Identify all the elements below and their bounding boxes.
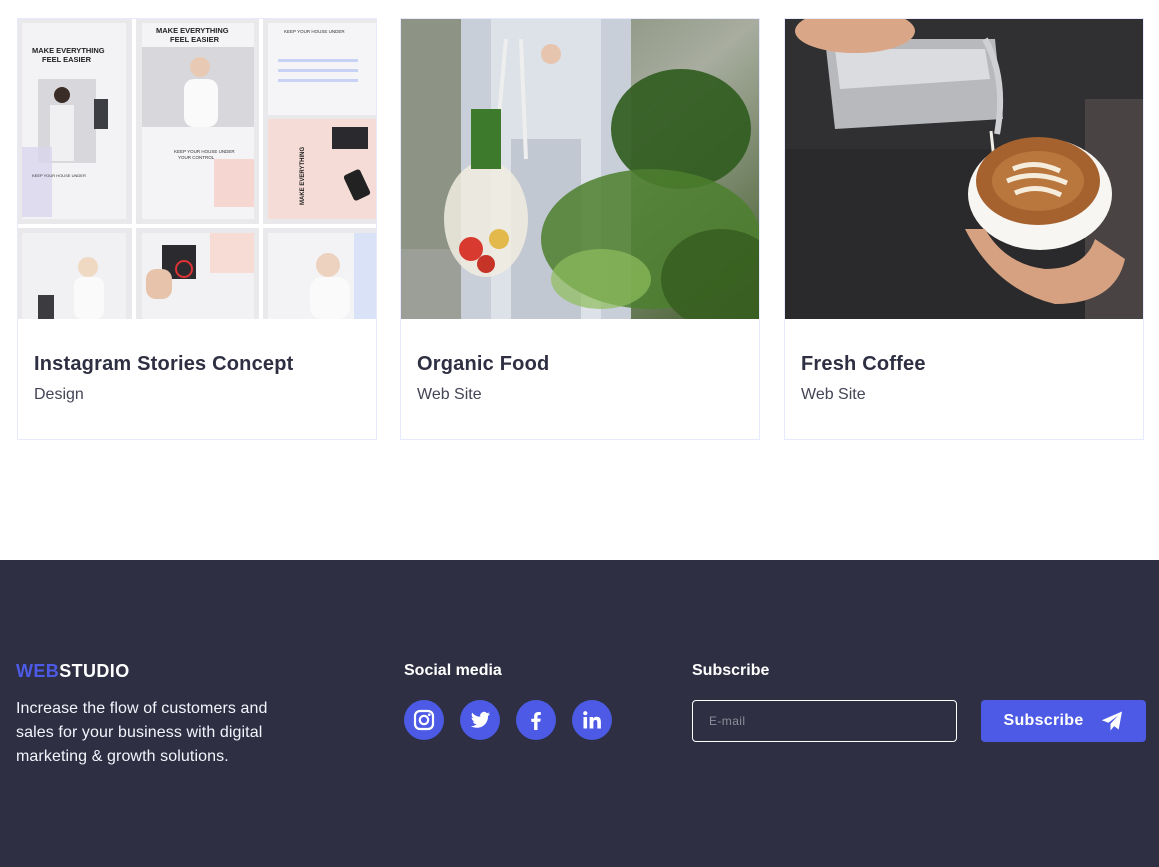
svg-text:MAKE EVERYTHING: MAKE EVERYTHING — [156, 26, 229, 35]
logo-rest: STUDIO — [59, 661, 130, 681]
svg-text:KEEP YOUR HOUSE UNDER: KEEP YOUR HOUSE UNDER — [174, 149, 235, 154]
svg-text:MAKE EVERYTHING: MAKE EVERYTHING — [32, 46, 105, 55]
linkedin-icon — [583, 711, 601, 729]
linkedin-link[interactable] — [572, 700, 612, 740]
card-category: Web Site — [417, 386, 482, 403]
card-category: Design — [34, 386, 84, 403]
twitter-link[interactable] — [460, 700, 500, 740]
instagram-icon — [413, 709, 435, 731]
email-input[interactable] — [692, 700, 957, 742]
svg-text:YOUR CONTROL: YOUR CONTROL — [178, 155, 215, 160]
subscribe-button[interactable]: Subscribe — [981, 700, 1146, 742]
twitter-icon — [470, 711, 490, 728]
instagram-link[interactable] — [404, 700, 444, 740]
card-image-organic-food — [401, 19, 759, 319]
svg-text:KEEP YOUR HOUSE UNDER: KEEP YOUR HOUSE UNDER — [32, 173, 86, 178]
subscribe-button-label: Subscribe — [1003, 712, 1084, 729]
svg-text:MAKE EVERYTHING: MAKE EVERYTHING — [300, 147, 306, 205]
portfolio-card-organic-food[interactable]: Organic Food Web Site — [400, 18, 760, 440]
subscribe-title: Subscribe — [692, 662, 770, 679]
svg-text:KEEP YOUR HOUSE UNDER: KEEP YOUR HOUSE UNDER — [284, 29, 345, 34]
portfolio-card-instagram[interactable]: MAKE EVERYTHING FEEL EASIER KEEP YOUR HO… — [17, 18, 377, 440]
card-category: Web Site — [801, 386, 866, 403]
social-media-title: Social media — [404, 662, 502, 679]
logo-accent: WEB — [16, 661, 60, 681]
social-links — [404, 700, 612, 740]
facebook-link[interactable] — [516, 700, 556, 740]
svg-text:FEEL EASIER: FEEL EASIER — [42, 55, 92, 64]
facebook-icon — [531, 712, 541, 730]
footer-description: Increase the flow of customers and sales… — [16, 700, 268, 765]
card-title: Fresh Coffee — [801, 353, 926, 375]
card-title: Instagram Stories Concept — [34, 353, 294, 375]
card-title: Organic Food — [417, 353, 550, 375]
portfolio-section: MAKE EVERYTHING FEEL EASIER KEEP YOUR HO… — [0, 0, 1159, 560]
portfolio-card-fresh-coffee[interactable]: Fresh Coffee Web Site — [784, 18, 1144, 440]
card-image-fresh-coffee — [785, 19, 1143, 319]
footer-logo[interactable]: WEBSTUDIO — [16, 661, 130, 681]
site-footer: WEBSTUDIO Increase the flow of customers… — [0, 560, 1159, 867]
card-image-instagram-stories: MAKE EVERYTHING FEEL EASIER KEEP YOUR HO… — [18, 19, 376, 319]
send-icon — [1101, 711, 1122, 731]
svg-text:FEEL EASIER: FEEL EASIER — [170, 35, 220, 44]
